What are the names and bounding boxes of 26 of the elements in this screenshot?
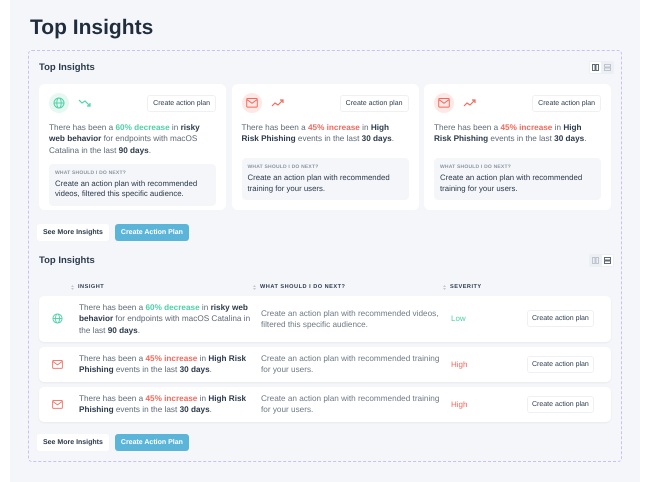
globe-icon	[52, 313, 62, 324]
severity-text: Low	[451, 314, 466, 324]
page-title: Top Insights	[30, 15, 154, 41]
severity-text: High	[451, 360, 468, 369]
insight-text: There has been a 45% increase in High Risk Phishing events in the last 30 days.	[79, 353, 248, 376]
insight-text: There has been a 60% decrease in risky web behavior for endpoints with macOS Catalina in the last 90 days.	[49, 122, 201, 156]
insight-text: There has been a 60% decrease in risky web behavior for endpoints with macOS Catalina in the last 90 days.	[79, 302, 252, 336]
globe-icon	[53, 97, 65, 109]
sort-icon[interactable]	[253, 284, 256, 290]
mail-icon	[246, 98, 258, 108]
next-step-text: Create an action plan with recommended training for your users.	[261, 393, 440, 416]
mail-icon	[52, 360, 62, 369]
mail-icon	[52, 400, 62, 409]
severity-text: High	[451, 400, 468, 409]
list-view-button[interactable]	[602, 254, 613, 266]
sort-icon[interactable]	[71, 284, 74, 290]
section-title: Top Insights	[39, 62, 95, 72]
section-title: Top Insights	[39, 254, 95, 266]
next-step-text: Create an action plan with recommended videos, filtered this specific audience.	[261, 308, 440, 330]
sort-icon[interactable]	[443, 284, 446, 290]
insight-text: There has been a 45% increase in High Risk Phishing events in the last 30 days.	[79, 393, 248, 416]
mail-icon	[438, 98, 450, 108]
insight-text: There has been a 45% increase in High Risk Phishing events in the last 30 days.	[434, 122, 588, 146]
next-step-text: Create an action plan with recommended training for your users.	[261, 353, 440, 376]
insight-text: There has been a 45% increase in High Risk Phishing events in the last 30 days.	[242, 122, 395, 146]
grid-view-button[interactable]	[590, 62, 601, 72]
